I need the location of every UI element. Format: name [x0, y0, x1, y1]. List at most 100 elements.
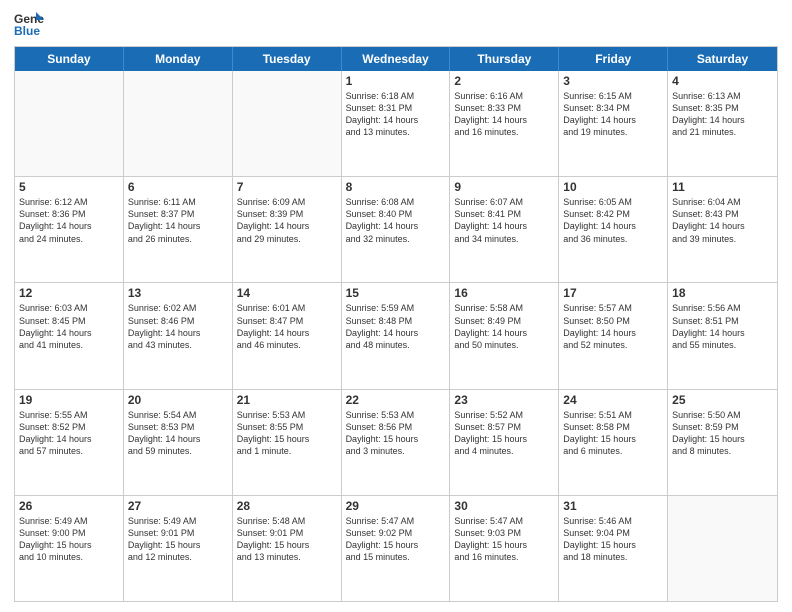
- calendar-cell-21: 21 Sunrise: 5:53 AM Sunset: 8:55 PM Dayli…: [233, 390, 342, 495]
- calendar-cell-19: 19 Sunrise: 5:55 AM Sunset: 8:52 PM Dayli…: [15, 390, 124, 495]
- calendar-cell-27: 27 Sunrise: 5:49 AM Sunset: 9:01 PM Dayli…: [124, 496, 233, 601]
- calendar-cell-18: 18Sunrise: 5:56 AM Sunset: 8:51 PM Dayli…: [668, 283, 777, 388]
- day-number: 23: [454, 393, 554, 407]
- day-number: 13: [128, 286, 228, 300]
- header-day-wednesday: Wednesday: [342, 47, 451, 71]
- calendar-cell-23: 23 Sunrise: 5:52 AM Sunset: 8:57 PM Dayli…: [450, 390, 559, 495]
- day-info: Sunrise: 6:03 AM Sunset: 8:45 PM Dayligh…: [19, 302, 119, 351]
- day-info: Sunrise: 5:50 AM Sunset: 8:59 PM Dayligh…: [672, 409, 773, 458]
- day-info: Sunrise: 5:53 AM Sunset: 8:55 PM Dayligh…: [237, 409, 337, 458]
- header-day-tuesday: Tuesday: [233, 47, 342, 71]
- calendar-header: SundayMondayTuesdayWednesdayThursdayFrid…: [15, 47, 777, 71]
- day-info: Sunrise: 5:48 AM Sunset: 9:01 PM Dayligh…: [237, 515, 337, 564]
- calendar-cell-8: 8 Sunrise: 6:08 AM Sunset: 8:40 PM Daylig…: [342, 177, 451, 282]
- day-number: 14: [237, 286, 337, 300]
- header-day-friday: Friday: [559, 47, 668, 71]
- day-number: 25: [672, 393, 773, 407]
- day-number: 2: [454, 74, 554, 88]
- calendar-cell-empty: [233, 71, 342, 176]
- calendar-cell-13: 13 Sunrise: 6:02 AM Sunset: 8:46 PM Dayli…: [124, 283, 233, 388]
- calendar-row-4: 19 Sunrise: 5:55 AM Sunset: 8:52 PM Dayli…: [15, 389, 777, 495]
- day-number: 12: [19, 286, 119, 300]
- day-number: 21: [237, 393, 337, 407]
- day-number: 27: [128, 499, 228, 513]
- day-info: Sunrise: 6:09 AM Sunset: 8:39 PM Dayligh…: [237, 196, 337, 245]
- day-info: Sunrise: 5:54 AM Sunset: 8:53 PM Dayligh…: [128, 409, 228, 458]
- calendar-cell-10: 10 Sunrise: 6:05 AM Sunset: 8:42 PM Dayli…: [559, 177, 668, 282]
- calendar-body: 1 Sunrise: 6:18 AM Sunset: 8:31 PM Daylig…: [15, 71, 777, 601]
- calendar-row-2: 5Sunrise: 6:12 AM Sunset: 8:36 PM Daylig…: [15, 176, 777, 282]
- calendar-cell-20: 20 Sunrise: 5:54 AM Sunset: 8:53 PM Dayli…: [124, 390, 233, 495]
- day-info: Sunrise: 5:53 AM Sunset: 8:56 PM Dayligh…: [346, 409, 446, 458]
- day-number: 19: [19, 393, 119, 407]
- day-info: Sunrise: 5:46 AM Sunset: 9:04 PM Dayligh…: [563, 515, 663, 564]
- calendar-cell-empty: [15, 71, 124, 176]
- day-info: Sunrise: 6:15 AM Sunset: 8:34 PM Dayligh…: [563, 90, 663, 139]
- day-number: 24: [563, 393, 663, 407]
- calendar-cell-1: 1 Sunrise: 6:18 AM Sunset: 8:31 PM Daylig…: [342, 71, 451, 176]
- day-number: 16: [454, 286, 554, 300]
- day-info: Sunrise: 5:49 AM Sunset: 9:01 PM Dayligh…: [128, 515, 228, 564]
- day-number: 1: [346, 74, 446, 88]
- calendar-cell-14: 14 Sunrise: 6:01 AM Sunset: 8:47 PM Dayli…: [233, 283, 342, 388]
- calendar: SundayMondayTuesdayWednesdayThursdayFrid…: [14, 46, 778, 602]
- day-number: 8: [346, 180, 446, 194]
- day-info: Sunrise: 6:05 AM Sunset: 8:42 PM Dayligh…: [563, 196, 663, 245]
- day-number: 9: [454, 180, 554, 194]
- header-day-monday: Monday: [124, 47, 233, 71]
- day-number: 26: [19, 499, 119, 513]
- day-number: 11: [672, 180, 773, 194]
- calendar-row-1: 1 Sunrise: 6:18 AM Sunset: 8:31 PM Daylig…: [15, 71, 777, 176]
- calendar-cell-29: 29 Sunrise: 5:47 AM Sunset: 9:02 PM Dayli…: [342, 496, 451, 601]
- day-info: Sunrise: 6:01 AM Sunset: 8:47 PM Dayligh…: [237, 302, 337, 351]
- svg-text:Blue: Blue: [14, 24, 40, 38]
- calendar-cell-11: 11 Sunrise: 6:04 AM Sunset: 8:43 PM Dayli…: [668, 177, 777, 282]
- day-number: 30: [454, 499, 554, 513]
- calendar-cell-7: 7 Sunrise: 6:09 AM Sunset: 8:39 PM Daylig…: [233, 177, 342, 282]
- day-number: 6: [128, 180, 228, 194]
- calendar-cell-28: 28 Sunrise: 5:48 AM Sunset: 9:01 PM Dayli…: [233, 496, 342, 601]
- day-number: 4: [672, 74, 773, 88]
- calendar-cell-12: 12 Sunrise: 6:03 AM Sunset: 8:45 PM Dayli…: [15, 283, 124, 388]
- header-day-thursday: Thursday: [450, 47, 559, 71]
- day-number: 20: [128, 393, 228, 407]
- calendar-cell-30: 30 Sunrise: 5:47 AM Sunset: 9:03 PM Dayli…: [450, 496, 559, 601]
- day-number: 31: [563, 499, 663, 513]
- calendar-cell-6: 6Sunrise: 6:11 AM Sunset: 8:37 PM Daylig…: [124, 177, 233, 282]
- day-info: Sunrise: 5:52 AM Sunset: 8:57 PM Dayligh…: [454, 409, 554, 458]
- calendar-cell-24: 24 Sunrise: 5:51 AM Sunset: 8:58 PM Dayli…: [559, 390, 668, 495]
- calendar-cell-3: 3Sunrise: 6:15 AM Sunset: 8:34 PM Daylig…: [559, 71, 668, 176]
- day-info: Sunrise: 6:07 AM Sunset: 8:41 PM Dayligh…: [454, 196, 554, 245]
- day-info: Sunrise: 6:08 AM Sunset: 8:40 PM Dayligh…: [346, 196, 446, 245]
- calendar-cell-25: 25 Sunrise: 5:50 AM Sunset: 8:59 PM Dayli…: [668, 390, 777, 495]
- calendar-cell-15: 15Sunrise: 5:59 AM Sunset: 8:48 PM Dayli…: [342, 283, 451, 388]
- day-info: Sunrise: 6:04 AM Sunset: 8:43 PM Dayligh…: [672, 196, 773, 245]
- calendar-cell-22: 22 Sunrise: 5:53 AM Sunset: 8:56 PM Dayli…: [342, 390, 451, 495]
- calendar-cell-17: 17Sunrise: 5:57 AM Sunset: 8:50 PM Dayli…: [559, 283, 668, 388]
- day-info: Sunrise: 5:49 AM Sunset: 9:00 PM Dayligh…: [19, 515, 119, 564]
- day-info: Sunrise: 6:16 AM Sunset: 8:33 PM Dayligh…: [454, 90, 554, 139]
- calendar-cell-empty: [124, 71, 233, 176]
- day-info: Sunrise: 6:12 AM Sunset: 8:36 PM Dayligh…: [19, 196, 119, 245]
- header-day-sunday: Sunday: [15, 47, 124, 71]
- calendar-cell-26: 26 Sunrise: 5:49 AM Sunset: 9:00 PM Dayli…: [15, 496, 124, 601]
- day-info: Sunrise: 6:02 AM Sunset: 8:46 PM Dayligh…: [128, 302, 228, 351]
- day-info: Sunrise: 5:51 AM Sunset: 8:58 PM Dayligh…: [563, 409, 663, 458]
- day-info: Sunrise: 6:13 AM Sunset: 8:35 PM Dayligh…: [672, 90, 773, 139]
- day-info: Sunrise: 6:18 AM Sunset: 8:31 PM Dayligh…: [346, 90, 446, 139]
- day-info: Sunrise: 5:55 AM Sunset: 8:52 PM Dayligh…: [19, 409, 119, 458]
- calendar-row-3: 12 Sunrise: 6:03 AM Sunset: 8:45 PM Dayli…: [15, 282, 777, 388]
- day-number: 28: [237, 499, 337, 513]
- day-number: 17: [563, 286, 663, 300]
- day-info: Sunrise: 5:47 AM Sunset: 9:03 PM Dayligh…: [454, 515, 554, 564]
- logo-icon: General Blue: [14, 10, 44, 38]
- day-number: 22: [346, 393, 446, 407]
- day-info: Sunrise: 5:47 AM Sunset: 9:02 PM Dayligh…: [346, 515, 446, 564]
- calendar-cell-9: 9 Sunrise: 6:07 AM Sunset: 8:41 PM Daylig…: [450, 177, 559, 282]
- calendar-cell-4: 4 Sunrise: 6:13 AM Sunset: 8:35 PM Daylig…: [668, 71, 777, 176]
- day-number: 10: [563, 180, 663, 194]
- day-number: 29: [346, 499, 446, 513]
- calendar-cell-16: 16Sunrise: 5:58 AM Sunset: 8:49 PM Dayli…: [450, 283, 559, 388]
- calendar-cell-empty: [668, 496, 777, 601]
- day-number: 7: [237, 180, 337, 194]
